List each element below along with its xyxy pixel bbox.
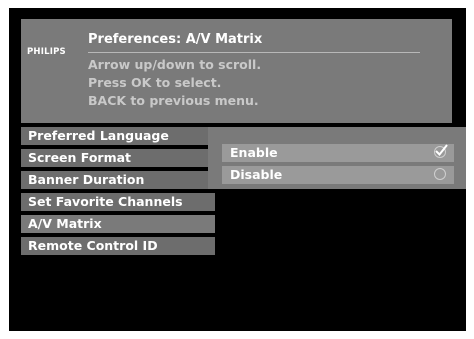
header-panel: PHILIPS Preferences: A/V Matrix Arrow up… bbox=[21, 19, 452, 123]
option-enable[interactable]: Enable bbox=[222, 144, 454, 162]
menu-item-remote-control-id[interactable]: Remote Control ID bbox=[21, 237, 215, 255]
menu-item-banner-duration[interactable]: Banner Duration bbox=[21, 171, 215, 189]
instruction-line: Press OK to select. bbox=[88, 75, 222, 90]
menu-item-set-favorite-channels[interactable]: Set Favorite Channels bbox=[21, 193, 215, 211]
instruction-line: Arrow up/down to scroll. bbox=[88, 57, 262, 72]
brand-logo: PHILIPS bbox=[27, 47, 66, 57]
title-divider bbox=[88, 52, 420, 53]
preferences-menu: Preferred Language Screen Format Banner … bbox=[21, 127, 215, 259]
empty-radio-icon bbox=[434, 168, 446, 180]
option-disable[interactable]: Disable bbox=[222, 166, 454, 184]
checkmark-radio-icon bbox=[434, 144, 448, 158]
menu-item-screen-format[interactable]: Screen Format bbox=[21, 149, 215, 167]
instruction-line: BACK to previous menu. bbox=[88, 93, 259, 108]
menu-item-av-matrix[interactable]: A/V Matrix bbox=[21, 215, 215, 233]
options-panel: Enable Disable bbox=[208, 127, 466, 189]
menu-item-preferred-language[interactable]: Preferred Language bbox=[21, 127, 215, 145]
option-label: Enable bbox=[230, 145, 278, 160]
option-label: Disable bbox=[230, 167, 283, 182]
page-title: Preferences: A/V Matrix bbox=[88, 32, 263, 47]
